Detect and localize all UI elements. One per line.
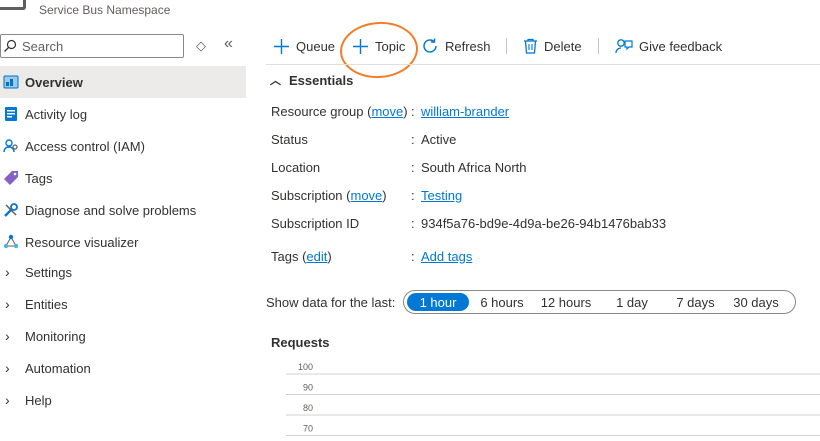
overview-icon bbox=[3, 74, 19, 90]
y-tick-label: 90 bbox=[303, 383, 313, 393]
sidebar-item-overview[interactable]: Overview bbox=[0, 66, 246, 98]
sidebar-item-label: Tags bbox=[25, 170, 53, 186]
resource-group-label: Resource group (move) bbox=[271, 103, 408, 119]
subscription-id-value: 934f5a76-bd9e-4d9a-be26-94b1476bab33 bbox=[421, 215, 667, 231]
subscription-id-label: Subscription ID bbox=[271, 215, 360, 231]
chevron-right-icon: › bbox=[5, 392, 10, 408]
sidebar-item-tags[interactable]: Tags bbox=[0, 162, 246, 194]
sidebar-group-help[interactable]: › Help bbox=[0, 384, 246, 416]
edit-tags-link[interactable]: edit bbox=[306, 249, 327, 264]
trash-icon bbox=[523, 38, 538, 54]
move-subscription-link[interactable]: move bbox=[351, 188, 383, 203]
plus-icon bbox=[273, 38, 290, 55]
separator-colon: : bbox=[411, 103, 415, 119]
resource-type-subtitle: Service Bus Namespace bbox=[39, 3, 171, 17]
delete-label: Delete bbox=[544, 38, 582, 54]
status-value: Active bbox=[421, 131, 457, 147]
sidebar-item-activity-log[interactable]: Activity log bbox=[0, 98, 246, 130]
requests-chart: 100 90 80 70 bbox=[286, 362, 820, 436]
time-range-label: Show data for the last: bbox=[266, 295, 396, 310]
location-value: South Africa North bbox=[421, 159, 527, 175]
sidebar-item-label: Settings bbox=[25, 264, 72, 280]
essentials-row-subscription: Subscription (move) : Testing bbox=[271, 185, 811, 205]
sidebar-item-label: Activity log bbox=[25, 106, 88, 122]
refresh-button[interactable]: Refresh bbox=[421, 32, 491, 60]
add-tags-link[interactable]: Add tags bbox=[421, 249, 472, 264]
sidebar-item-label: Resource visualizer bbox=[25, 234, 139, 250]
chevron-right-icon: › bbox=[5, 264, 10, 280]
y-tick-label: 80 bbox=[303, 403, 313, 413]
sidebar-search[interactable] bbox=[0, 34, 184, 58]
essentials-toggle[interactable]: ︿ Essentials bbox=[270, 72, 353, 88]
iam-icon bbox=[3, 138, 19, 154]
essentials-title: Essentials bbox=[289, 72, 354, 88]
sidebar-item-resource-visualizer[interactable]: Resource visualizer bbox=[0, 226, 246, 258]
range-option-7-days[interactable]: 7 days bbox=[667, 293, 724, 311]
sidebar-item-label: Automation bbox=[25, 360, 91, 376]
sidebar-item-label: Entities bbox=[25, 296, 68, 312]
location-label: Location bbox=[271, 159, 321, 175]
delete-button[interactable]: Delete bbox=[523, 32, 582, 60]
resource-group-link[interactable]: william-brander bbox=[421, 104, 509, 119]
toolbar-divider bbox=[506, 38, 507, 54]
essentials-row-tags: Tags (edit) : Add tags bbox=[271, 246, 811, 266]
sort-toggle-icon[interactable]: ◇ bbox=[196, 38, 206, 54]
time-range-selector: 1 hour 6 hours 12 hours 1 day 7 days 30 … bbox=[403, 290, 796, 314]
add-queue-label: Queue bbox=[296, 38, 336, 54]
sidebar-item-label: Diagnose and solve problems bbox=[25, 202, 197, 218]
separator-colon: : bbox=[411, 131, 415, 147]
essentials-row-subscription-id: Subscription ID : 934f5a76-bd9e-4d9a-be2… bbox=[271, 213, 811, 233]
separator-colon: : bbox=[411, 215, 415, 231]
chevron-right-icon: › bbox=[5, 296, 10, 312]
y-tick-label: 100 bbox=[298, 362, 313, 372]
sidebar-group-entities[interactable]: › Entities bbox=[0, 288, 246, 320]
y-tick-label: 70 bbox=[303, 424, 313, 434]
chevron-up-icon: ︿ bbox=[270, 75, 281, 87]
add-queue-button[interactable]: Queue bbox=[273, 32, 335, 60]
search-input[interactable] bbox=[22, 38, 172, 54]
sidebar-item-label: Monitoring bbox=[25, 328, 86, 344]
range-option-30-days[interactable]: 30 days bbox=[724, 293, 788, 311]
status-label: Status bbox=[271, 131, 308, 147]
range-option-6-hours[interactable]: 6 hours bbox=[469, 293, 535, 311]
give-feedback-label: Give feedback bbox=[639, 38, 723, 54]
sidebar-item-label: Overview bbox=[25, 74, 83, 90]
feedback-icon bbox=[615, 38, 633, 55]
essentials-row-resource-group: Resource group (move) : william-brander bbox=[271, 101, 811, 121]
toolbar-divider bbox=[598, 38, 599, 54]
move-resource-group-link[interactable]: move bbox=[371, 104, 403, 119]
activity-log-icon bbox=[3, 106, 19, 122]
visualizer-icon bbox=[3, 234, 19, 250]
separator-colon: : bbox=[411, 248, 415, 264]
subscription-link[interactable]: Testing bbox=[421, 188, 462, 203]
subscription-label: Subscription (move) bbox=[271, 187, 387, 203]
search-icon bbox=[4, 39, 17, 52]
essentials-row-location: Location : South Africa North bbox=[271, 157, 811, 177]
sidebar-group-monitoring[interactable]: › Monitoring bbox=[0, 320, 246, 352]
sidebar-item-access-control[interactable]: Access control (IAM) bbox=[0, 130, 246, 162]
resource-icon bbox=[0, 0, 26, 10]
chevron-right-icon: › bbox=[5, 328, 10, 344]
collapse-sidebar-icon[interactable]: « bbox=[224, 35, 233, 53]
tags-label: Tags (edit) bbox=[271, 248, 332, 264]
essentials-row-status: Status : Active bbox=[271, 129, 811, 149]
toolbar-divider-line bbox=[266, 64, 820, 65]
chevron-right-icon: › bbox=[5, 360, 10, 376]
sidebar-group-automation[interactable]: › Automation bbox=[0, 352, 246, 384]
give-feedback-button[interactable]: Give feedback bbox=[615, 32, 722, 60]
sidebar-item-label: Help bbox=[25, 392, 52, 408]
separator-colon: : bbox=[411, 187, 415, 203]
requests-chart-title: Requests bbox=[271, 335, 330, 350]
tag-icon bbox=[3, 170, 19, 186]
refresh-label: Refresh bbox=[445, 38, 491, 54]
range-option-1-day[interactable]: 1 day bbox=[597, 293, 667, 311]
range-option-1-hour[interactable]: 1 hour bbox=[407, 293, 469, 311]
range-option-12-hours[interactable]: 12 hours bbox=[535, 293, 597, 311]
separator-colon: : bbox=[411, 159, 415, 175]
sidebar-item-label: Access control (IAM) bbox=[25, 138, 145, 154]
refresh-icon bbox=[421, 37, 439, 55]
wrench-icon bbox=[3, 202, 19, 218]
sidebar-item-diagnose[interactable]: Diagnose and solve problems bbox=[0, 194, 246, 226]
sidebar-group-settings[interactable]: › Settings bbox=[0, 256, 246, 288]
